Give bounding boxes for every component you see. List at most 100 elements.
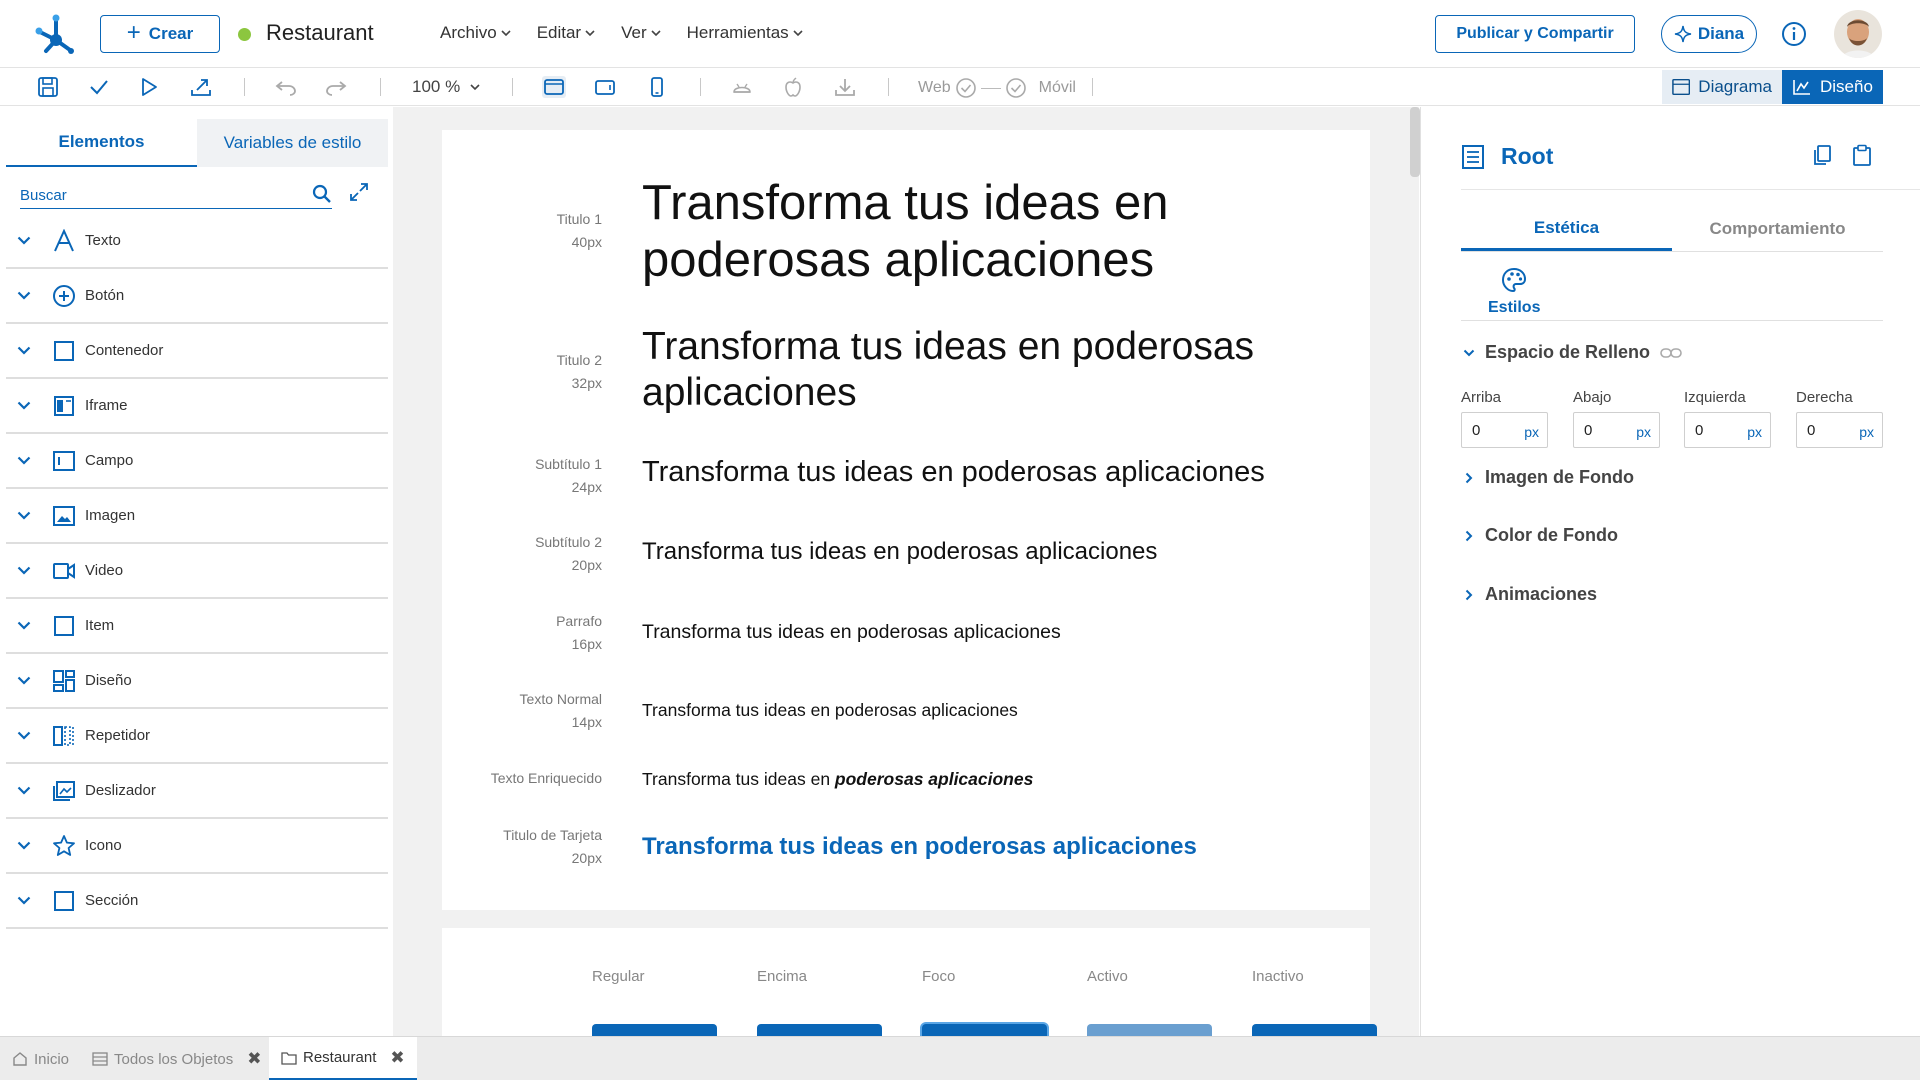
- apple-icon[interactable]: [781, 76, 805, 98]
- publish-share-button[interactable]: Publicar y Compartir: [1435, 15, 1635, 53]
- elements-panel: Elementos Variables de estilo Texto Botó…: [0, 107, 393, 1036]
- chevron-down-icon[interactable]: [17, 566, 31, 575]
- titulo-1-sample[interactable]: Transforma tus ideas en poderosas aplica…: [642, 175, 1262, 289]
- menu-editar-label: Editar: [536, 23, 582, 42]
- validate-check-icon[interactable]: [87, 76, 111, 98]
- chevron-down-icon[interactable]: [17, 621, 31, 630]
- titulo-2-sample[interactable]: Transforma tus ideas en poderosas aplica…: [642, 324, 1322, 416]
- chevron-down-icon: [470, 83, 480, 90]
- padding-bottom-input[interactable]: [1584, 422, 1624, 439]
- check-circle-icon: [955, 78, 976, 98]
- menu-archivo[interactable]: Archivo: [440, 23, 511, 43]
- tab-inicio[interactable]: Inicio: [12, 1037, 69, 1080]
- list-item[interactable]: Item: [6, 599, 388, 654]
- texto-enriquecido-sample[interactable]: Transforma tus ideas en poderosas aplica…: [642, 769, 1033, 790]
- tablet-view-icon[interactable]: [593, 76, 617, 98]
- close-icon[interactable]: ✖: [390, 1048, 404, 1068]
- square-icon: [54, 891, 74, 911]
- padding-right-input[interactable]: [1807, 422, 1847, 439]
- list-item[interactable]: Botón: [6, 269, 388, 324]
- chevron-down-icon[interactable]: [17, 841, 31, 850]
- element-label: Texto: [85, 232, 121, 249]
- padding-left-input[interactable]: [1695, 422, 1735, 439]
- close-icon[interactable]: ✖: [247, 1049, 261, 1069]
- chevron-down-icon[interactable]: [17, 236, 31, 245]
- style-name: Texto Normal: [519, 691, 602, 707]
- background-image-section[interactable]: Imagen de Fondo: [1463, 467, 1634, 488]
- background-color-section[interactable]: Color de Fondo: [1463, 525, 1618, 546]
- link-icon[interactable]: [1660, 347, 1682, 359]
- chevron-down-icon[interactable]: [17, 511, 31, 520]
- play-icon[interactable]: [137, 76, 161, 98]
- tab-comportamiento[interactable]: Comportamiento: [1672, 207, 1883, 251]
- tab-elementos[interactable]: Elementos: [6, 119, 197, 167]
- chevron-down-icon[interactable]: [17, 896, 31, 905]
- search-icon[interactable]: [312, 184, 332, 204]
- connector-line: [980, 87, 1001, 89]
- chevron-down-icon[interactable]: [17, 456, 31, 465]
- list-item[interactable]: Texto: [6, 214, 388, 269]
- chevron-down-icon[interactable]: [17, 401, 31, 410]
- list-item[interactable]: Video: [6, 544, 388, 599]
- expand-icon[interactable]: [348, 181, 370, 203]
- design-view-button[interactable]: Diseño: [1782, 70, 1883, 104]
- tab-todos-objetos[interactable]: Todos los Objetos ✖: [92, 1037, 261, 1080]
- app-name: Restaurant: [266, 20, 374, 45]
- list-item[interactable]: Icono: [6, 819, 388, 874]
- tab-variables-estilo[interactable]: Variables de estilo: [197, 119, 388, 167]
- list-item[interactable]: Campo: [6, 434, 388, 489]
- create-button[interactable]: + Crear: [100, 15, 220, 53]
- titulo-tarjeta-sample[interactable]: Transforma tus ideas en poderosas aplica…: [642, 833, 1197, 861]
- export-icon[interactable]: [189, 76, 213, 98]
- list-item[interactable]: Imagen: [6, 489, 388, 544]
- padding-section-header[interactable]: Espacio de Relleno: [1463, 342, 1682, 363]
- chevron-down-icon[interactable]: [17, 346, 31, 355]
- app-logo-icon[interactable]: [34, 14, 78, 54]
- mobile-view-icon[interactable]: [645, 76, 669, 98]
- unit-label: px: [1747, 424, 1762, 440]
- main-menu: Archivo Editar Ver Herramientas: [440, 23, 803, 43]
- tab-estetica[interactable]: Estética: [1461, 207, 1672, 251]
- padding-top-input[interactable]: [1472, 422, 1512, 439]
- canvas-scrollbar[interactable]: [1410, 107, 1420, 177]
- styles-subtab[interactable]: Estilos: [1461, 257, 1883, 321]
- list-item[interactable]: Contenedor: [6, 324, 388, 379]
- chevron-down-icon[interactable]: [17, 786, 31, 795]
- clipboard-icon[interactable]: [1851, 144, 1873, 166]
- download-icon[interactable]: [833, 76, 857, 98]
- list-item[interactable]: Deslizador: [6, 764, 388, 819]
- android-icon[interactable]: [730, 76, 754, 98]
- chevron-down-icon[interactable]: [17, 291, 31, 300]
- parrafo-sample[interactable]: Transforma tus ideas en poderosas aplica…: [642, 621, 1061, 644]
- info-icon[interactable]: [1781, 21, 1807, 47]
- redo-icon[interactable]: [324, 76, 348, 98]
- subtitulo-1-sample[interactable]: Transforma tus ideas en poderosas aplica…: [642, 456, 1265, 489]
- menu-ver[interactable]: Ver: [621, 23, 661, 43]
- zoom-selector[interactable]: 100 %: [412, 77, 480, 97]
- copy-icon[interactable]: [1811, 144, 1833, 166]
- undo-icon[interactable]: [274, 76, 298, 98]
- tab-restaurant[interactable]: Restaurant ✖: [269, 1037, 417, 1080]
- animations-section[interactable]: Animaciones: [1463, 584, 1597, 605]
- element-list: Texto Botón Contenedor Iframe Campo Imag…: [6, 214, 388, 929]
- chevron-down-icon[interactable]: [17, 731, 31, 740]
- texto-normal-sample[interactable]: Transforma tus ideas en poderosas aplica…: [642, 700, 1018, 721]
- menu-editar[interactable]: Editar: [537, 23, 595, 43]
- list-item[interactable]: Sección: [6, 874, 388, 929]
- menu-herramientas[interactable]: Herramientas: [687, 23, 803, 43]
- list-item[interactable]: Diseño: [6, 654, 388, 709]
- list-item[interactable]: Repetidor: [6, 709, 388, 764]
- chevron-down-icon[interactable]: [17, 676, 31, 685]
- typography-preview-card[interactable]: Titulo 1 40px Transforma tus ideas en po…: [442, 130, 1370, 910]
- style-name: Titulo 2: [556, 352, 602, 368]
- assistant-button[interactable]: Diana: [1661, 15, 1757, 53]
- list-item[interactable]: Iframe: [6, 379, 388, 434]
- search-input[interactable]: [20, 187, 300, 204]
- element-label: Campo: [85, 452, 134, 469]
- diagram-view-button[interactable]: Diagrama: [1662, 70, 1782, 104]
- desktop-view-icon[interactable]: [542, 76, 566, 98]
- subtitulo-2-sample[interactable]: Transforma tus ideas en poderosas aplica…: [642, 538, 1157, 566]
- user-avatar[interactable]: [1834, 10, 1882, 58]
- style-name: Titulo de Tarjeta: [503, 827, 602, 843]
- save-icon[interactable]: [36, 76, 60, 98]
